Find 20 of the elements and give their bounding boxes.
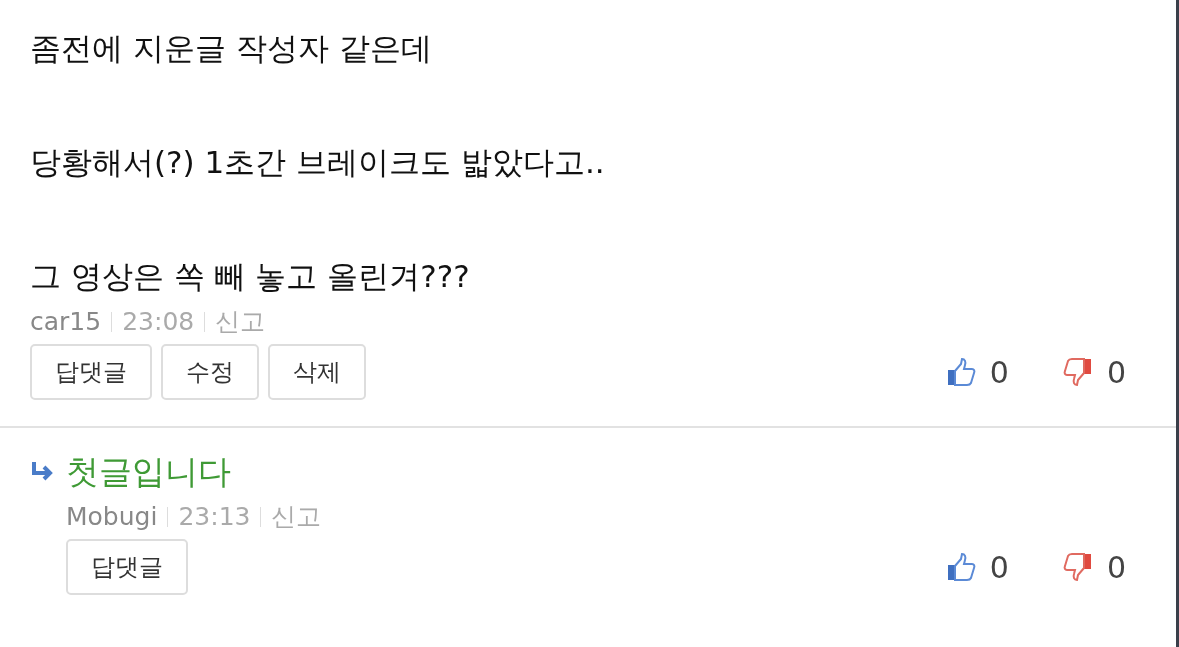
thumbs-up-icon[interactable]: [945, 357, 976, 387]
thumbs-down-icon[interactable]: [1062, 552, 1093, 582]
author-name: Mobugi: [66, 502, 158, 531]
comment-time: 23:13: [178, 502, 251, 531]
comment-action-button[interactable]: 답댓글: [66, 539, 188, 595]
comment-text: 그 영상은 쏙 빼 놓고 올린겨???: [30, 257, 471, 296]
reply-text: 첫글입니다: [66, 451, 232, 493]
comment-time: 23:08: [122, 307, 195, 336]
comment-action-button[interactable]: 답댓글: [30, 344, 152, 400]
like-count: 0: [989, 549, 1009, 585]
dislike-count: 0: [1106, 549, 1126, 585]
thumbs-down-icon[interactable]: [1062, 357, 1093, 387]
dislike-count: 0: [1106, 354, 1126, 390]
author-name: car15: [30, 307, 102, 336]
like-count: 0: [989, 354, 1009, 390]
comment-action-button[interactable]: 삭제: [268, 344, 366, 400]
thumbs-up-icon[interactable]: [945, 552, 976, 582]
comment-text: 좀전에 지운글 작성자 같은데: [30, 29, 433, 68]
comment-text: 당황해서(?) 1초간 브레이크도 밟았다고..: [30, 143, 606, 182]
comment-action-button[interactable]: 수정: [161, 344, 259, 400]
